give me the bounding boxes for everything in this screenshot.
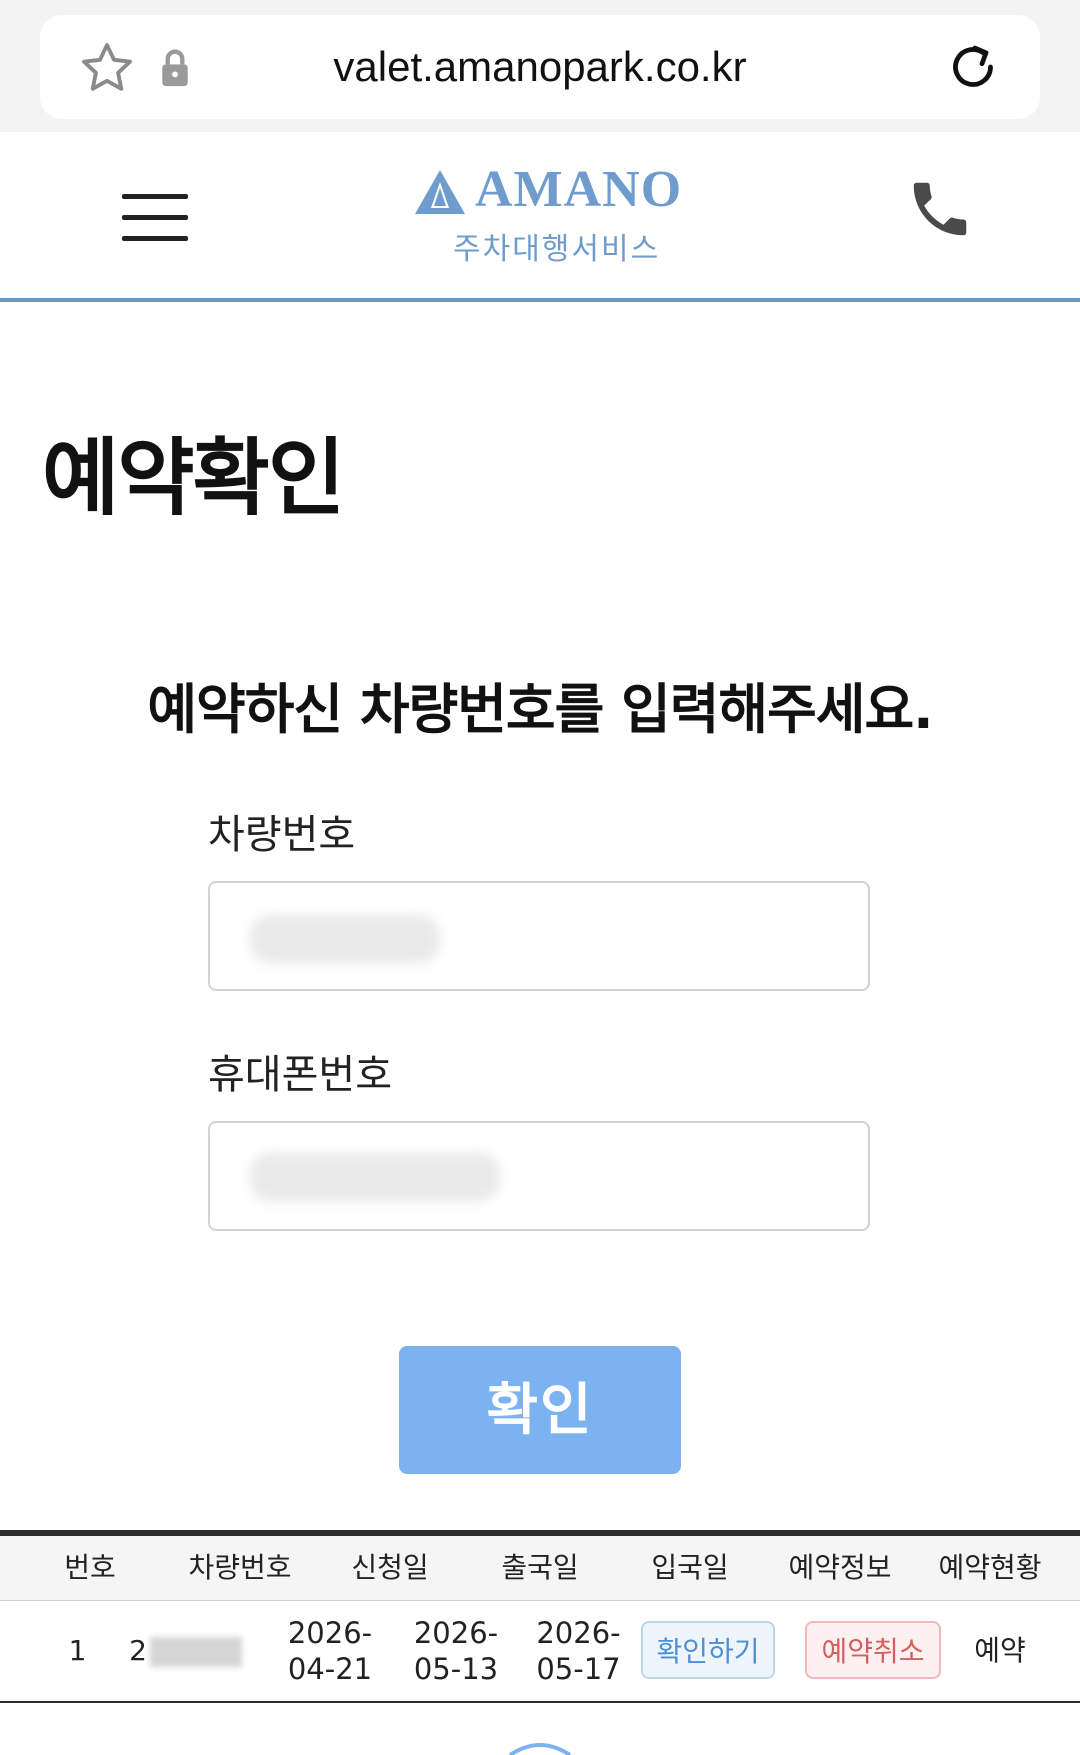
brand-name: AMANO [475, 161, 683, 218]
cancel-reservation-button[interactable]: 예약취소 [805, 1621, 941, 1679]
amano-logo[interactable]: AMANO 주차대행서비스 [415, 158, 705, 268]
scroll-top-icon[interactable] [500, 1735, 580, 1755]
table-row: 1 2 2026-04-21 2026-05-13 2026-05-17 확인하… [0, 1601, 1080, 1703]
reload-icon[interactable] [943, 37, 1003, 97]
redaction-mask [250, 915, 440, 963]
header-no: 번호 [64, 1551, 116, 1584]
row-applied-date: 2026-04-21 [287, 1616, 373, 1686]
header-arrival-date: 입국일 [651, 1551, 729, 1584]
browser-address-bar: valet.amanopark.co.kr [0, 0, 1080, 132]
row-car-number: 2 [129, 1634, 147, 1667]
menu-icon[interactable] [122, 194, 188, 242]
car-number-label: 차량번호 [208, 812, 356, 858]
confirm-button[interactable]: 확인 [399, 1346, 681, 1474]
redaction-mask [150, 1637, 242, 1667]
header-car-number: 차량번호 [188, 1551, 292, 1584]
header-departure-date: 출국일 [501, 1551, 579, 1584]
url-text[interactable]: valet.amanopark.co.kr [200, 15, 880, 119]
logo-triangle-icon [415, 170, 465, 214]
page-title: 예약확인 [42, 429, 345, 527]
header-applied-date: 신청일 [351, 1551, 429, 1584]
phone-number-label: 휴대폰번호 [208, 1052, 392, 1098]
phone-icon[interactable] [905, 174, 975, 244]
table-header-row: 번호 차량번호 신청일 출국일 입국일 예약정보 예약현황 [0, 1536, 1080, 1601]
reservation-table: 번호 차량번호 신청일 출국일 입국일 예약정보 예약현황 1 2 2026-0… [0, 1530, 1080, 1703]
car-number-field[interactable] [208, 881, 870, 991]
view-reservation-button[interactable]: 확인하기 [641, 1621, 775, 1679]
instruction-text: 예약하신 차량번호를 입력해주세요. [147, 678, 933, 741]
redaction-mask [250, 1153, 500, 1201]
row-status: 예약 [974, 1634, 1026, 1667]
url-bar[interactable]: valet.amanopark.co.kr [40, 15, 1040, 119]
row-departure-date: 2026-05-13 [413, 1616, 499, 1686]
lock-icon [162, 49, 188, 87]
phone-number-field[interactable] [208, 1121, 870, 1231]
star-icon[interactable] [78, 39, 136, 97]
header-reservation-info: 예약정보 [788, 1551, 892, 1584]
row-arrival-date: 2026-05-17 [536, 1616, 621, 1686]
header-reservation-status: 예약현황 [938, 1551, 1042, 1584]
brand-subtitle: 주차대행서비스 [453, 232, 661, 267]
site-header: AMANO 주차대행서비스 [0, 132, 1080, 302]
row-no: 1 [68, 1634, 87, 1667]
